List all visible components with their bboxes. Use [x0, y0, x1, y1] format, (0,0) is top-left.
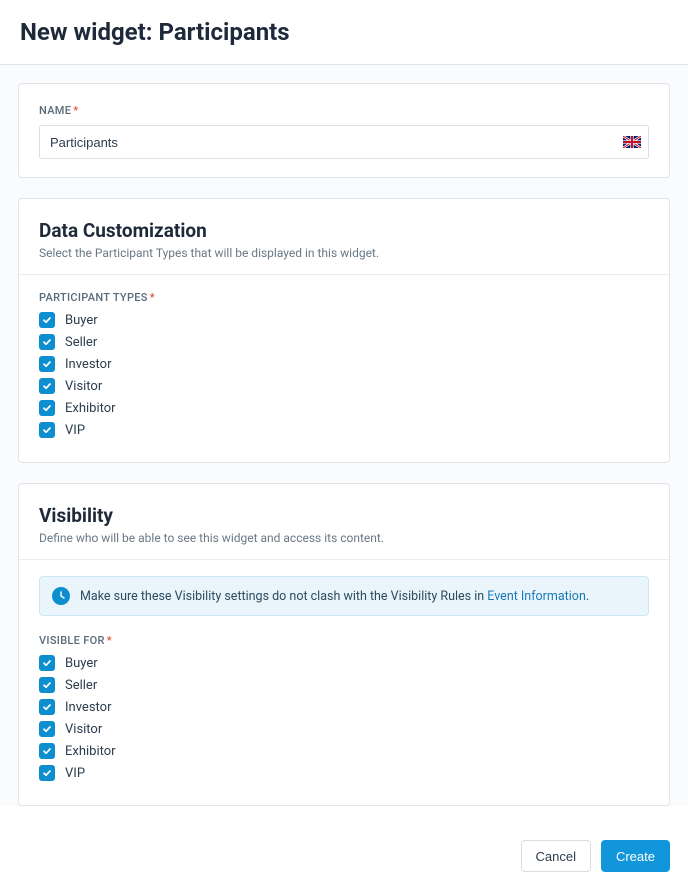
divider — [19, 559, 669, 560]
checkbox[interactable] — [39, 743, 55, 759]
checkbox-label: Buyer — [65, 313, 98, 328]
checkbox-label: Investor — [65, 357, 111, 372]
checkbox[interactable] — [39, 400, 55, 416]
checkbox[interactable] — [39, 378, 55, 394]
visibility-info-text: Make sure these Visibility settings do n… — [80, 589, 589, 604]
required-asterisk: * — [150, 291, 155, 304]
visibility-card: Visibility Define who will be able to se… — [18, 483, 670, 806]
data-customization-title: Data Customization — [39, 219, 649, 242]
name-card: NAME* — [18, 83, 670, 178]
required-asterisk: * — [73, 104, 78, 117]
checkbox-label: VIP — [65, 766, 85, 781]
checkbox[interactable] — [39, 765, 55, 781]
uk-flag-icon[interactable] — [623, 136, 641, 148]
cancel-button[interactable]: Cancel — [521, 840, 591, 872]
checkbox[interactable] — [39, 721, 55, 737]
list-item: VIP — [39, 765, 649, 781]
list-item: Visitor — [39, 721, 649, 737]
visibility-info-banner: Make sure these Visibility settings do n… — [39, 576, 649, 616]
list-item: Investor — [39, 356, 649, 372]
checkbox-label: Seller — [65, 678, 97, 693]
list-item: VIP — [39, 422, 649, 438]
list-item: Investor — [39, 699, 649, 715]
list-item: Buyer — [39, 655, 649, 671]
list-item: Seller — [39, 677, 649, 693]
visibility-desc: Define who will be able to see this widg… — [39, 531, 649, 545]
data-customization-card: Data Customization Select the Participan… — [18, 198, 670, 463]
visible-for-label: VISIBLE FOR* — [39, 634, 649, 647]
list-item: Visitor — [39, 378, 649, 394]
checkbox[interactable] — [39, 677, 55, 693]
visibility-title: Visibility — [39, 504, 649, 527]
checkbox-label: VIP — [65, 423, 85, 438]
checkbox-label: Visitor — [65, 379, 102, 394]
checkbox-label: Exhibitor — [65, 401, 116, 416]
participant-types-list: Buyer Seller Investor Visitor Exhibitor VIP — [39, 312, 649, 438]
checkbox[interactable] — [39, 699, 55, 715]
page-header: New widget: Participants — [0, 0, 688, 65]
list-item: Exhibitor — [39, 400, 649, 416]
participant-types-label: PARTICIPANT TYPES* — [39, 291, 649, 304]
checkbox[interactable] — [39, 422, 55, 438]
checkbox-label: Visitor — [65, 722, 102, 737]
checkbox[interactable] — [39, 356, 55, 372]
list-item: Seller — [39, 334, 649, 350]
data-customization-desc: Select the Participant Types that will b… — [39, 246, 649, 260]
event-information-link[interactable]: Event Information — [487, 589, 586, 604]
info-icon — [52, 587, 70, 605]
checkbox[interactable] — [39, 334, 55, 350]
required-asterisk: * — [107, 634, 112, 647]
checkbox[interactable] — [39, 312, 55, 328]
checkbox-label: Seller — [65, 335, 97, 350]
create-button[interactable]: Create — [601, 840, 670, 872]
divider — [19, 274, 669, 275]
name-input[interactable] — [39, 125, 649, 159]
checkbox-label: Investor — [65, 700, 111, 715]
list-item: Buyer — [39, 312, 649, 328]
page-title: New widget: Participants — [20, 18, 668, 46]
checkbox-label: Buyer — [65, 656, 98, 671]
list-item: Exhibitor — [39, 743, 649, 759]
footer-actions: Cancel Create — [0, 826, 688, 888]
visible-for-list: Buyer Seller Investor Visitor Exhibitor VIP — [39, 655, 649, 781]
name-label: NAME* — [39, 104, 649, 117]
checkbox-label: Exhibitor — [65, 744, 116, 759]
checkbox[interactable] — [39, 655, 55, 671]
